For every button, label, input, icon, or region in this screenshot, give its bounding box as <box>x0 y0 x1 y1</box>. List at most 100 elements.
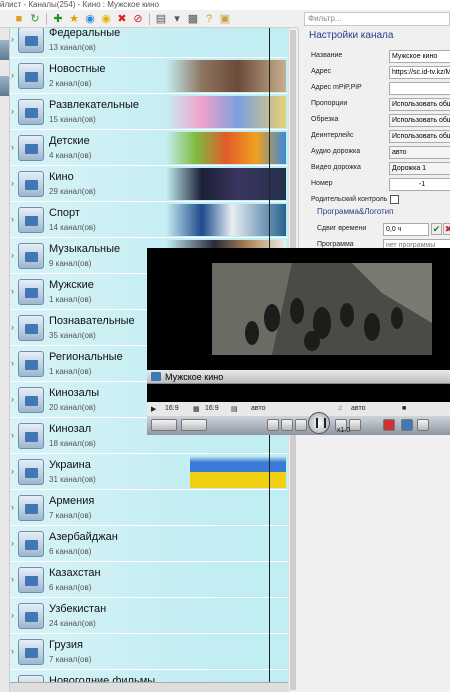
chevron-right-icon[interactable]: › <box>11 142 14 152</box>
filter-input[interactable]: Фильтр... <box>304 12 450 26</box>
group-row[interactable]: › Грузия 7 канал(ов) <box>10 634 288 670</box>
list-dropdown-icon[interactable]: ▾ <box>170 12 184 26</box>
audio-track-select[interactable]: авто <box>389 146 450 159</box>
play-small-icon[interactable]: ▶ <box>151 405 156 413</box>
record-button[interactable] <box>383 419 395 431</box>
group-row[interactable]: › Федеральные 13 канал(ов) <box>10 28 288 58</box>
chevron-right-icon[interactable]: › <box>11 214 14 224</box>
chevron-right-icon[interactable]: › <box>11 574 14 584</box>
group-row[interactable]: › Развлекательные 15 канал(ов) <box>10 94 288 130</box>
group-name: Кинозал <box>49 423 92 435</box>
star-icon[interactable]: ★ <box>67 12 81 26</box>
chevron-right-icon[interactable]: › <box>11 466 14 476</box>
deinterlace-icon[interactable]: ▤ <box>231 405 238 413</box>
settings-title: Настройки канала <box>309 30 394 41</box>
left-thumbnail[interactable] <box>0 76 9 96</box>
group-row[interactable]: › Армения 7 канал(ов) <box>10 490 288 526</box>
aspect-select-2[interactable]: 16:9 <box>205 405 219 412</box>
deinterlace-select[interactable]: Использовать общ <box>389 130 450 143</box>
left-panel-strip[interactable] <box>0 28 10 692</box>
tv-folder-icon <box>18 531 44 557</box>
clear-icon[interactable]: ✖ <box>443 223 450 235</box>
forward-button[interactable] <box>349 419 361 431</box>
chevron-right-icon[interactable]: › <box>11 646 14 656</box>
crop-icon[interactable]: ▦ <box>193 405 200 413</box>
stop-button[interactable] <box>295 419 307 431</box>
chevron-right-icon[interactable]: › <box>11 34 14 44</box>
check-icon[interactable]: ✔ <box>431 223 442 235</box>
chevron-right-icon[interactable]: › <box>11 322 14 332</box>
chevron-right-icon[interactable]: › <box>11 358 14 368</box>
mode-select[interactable]: авто <box>251 405 265 412</box>
tv-folder-icon <box>18 603 44 629</box>
video-player[interactable]: Мужское кино ▶ 16:9 ▦ 16:9 ▤ авто ♫ авто… <box>147 248 450 435</box>
aspect-select[interactable]: Использовать общ <box>389 98 450 111</box>
record-icon[interactable]: ◉ <box>83 12 97 26</box>
audio-select[interactable]: авто <box>351 405 365 412</box>
playlist-button[interactable] <box>151 419 177 431</box>
group-row[interactable]: › Спорт 14 канал(ов) <box>10 202 288 238</box>
chevron-right-icon[interactable]: › <box>11 538 14 548</box>
chevron-right-icon[interactable]: › <box>11 70 14 80</box>
pip-button[interactable] <box>401 419 413 431</box>
deinterlace-label: Деинтерлейс <box>311 132 354 139</box>
left-thumbnail[interactable] <box>0 40 9 60</box>
block-icon[interactable]: ⊘ <box>131 12 145 26</box>
name-field[interactable]: Мужское кино <box>389 50 450 63</box>
video-frame[interactable] <box>212 263 432 355</box>
ok-icon[interactable]: ◉ <box>99 12 113 26</box>
group-row[interactable]: › Азербайджан 6 канал(ов) <box>10 526 288 562</box>
chevron-right-icon[interactable]: › <box>11 430 14 440</box>
group-row[interactable]: › Узбекистан 24 канал(ов) <box>10 598 288 634</box>
program-label: Программа <box>317 241 354 248</box>
chevron-right-icon[interactable]: › <box>11 394 14 404</box>
group-count: 29 канал(ов) <box>49 187 96 196</box>
record-small-icon[interactable]: ■ <box>402 405 406 412</box>
group-row[interactable]: › Кино 29 канал(ов) <box>10 166 288 202</box>
program-logo-link[interactable]: Программа&Логотип <box>317 207 393 216</box>
group-count: 1 канал(ов) <box>49 367 92 376</box>
address-field[interactable]: https://sc.id-tv.kz/M <box>389 66 450 79</box>
rewind-button[interactable] <box>267 419 279 431</box>
group-row[interactable]: › Казахстан 6 канал(ов) <box>10 562 288 598</box>
pause-button[interactable] <box>308 412 330 434</box>
chevron-right-icon[interactable]: › <box>11 250 14 260</box>
group-name: Развлекательные <box>49 99 139 111</box>
group-banner-image <box>166 60 286 92</box>
help-icon[interactable]: ? <box>202 12 216 26</box>
chevron-right-icon[interactable]: › <box>11 106 14 116</box>
chevron-right-icon[interactable]: › <box>11 178 14 188</box>
video-track-select[interactable]: Дорожка 1 <box>389 162 450 175</box>
folder-open-icon[interactable]: ■ <box>12 12 26 26</box>
parental-control-checkbox[interactable] <box>390 195 399 204</box>
player-title: Мужское кино <box>165 372 224 382</box>
group-name: Украина <box>49 459 91 471</box>
list-icon[interactable]: ▤ <box>154 12 168 26</box>
prev-button[interactable] <box>281 419 293 431</box>
group-row[interactable]: › Украина 31 канал(ов) <box>10 454 288 490</box>
chevron-right-icon[interactable]: › <box>11 286 14 296</box>
view-mode-button[interactable] <box>181 419 207 431</box>
view-icon[interactable]: ▩ <box>186 12 200 26</box>
group-name: Музыкальные <box>49 243 121 255</box>
fullscreen-button[interactable] <box>417 419 429 431</box>
number-field[interactable]: -1 <box>389 178 450 191</box>
add-icon[interactable]: ✚ <box>51 12 65 26</box>
pip-address-field[interactable] <box>389 82 450 95</box>
lock-icon[interactable]: ▣ <box>218 12 232 26</box>
aspect-select-1[interactable]: 16:9 <box>165 405 179 412</box>
delete-icon[interactable]: ✖ <box>115 12 129 26</box>
audio-icon[interactable]: ♫ <box>337 405 342 412</box>
refresh-icon[interactable]: ↻ <box>28 12 42 26</box>
group-count: 24 канал(ов) <box>49 619 96 628</box>
chevron-right-icon[interactable]: › <box>11 502 14 512</box>
time-shift-field[interactable]: 0,0 ч <box>383 223 429 236</box>
player-title-bar[interactable]: Мужское кино <box>147 370 450 384</box>
chevron-right-icon[interactable]: › <box>11 610 14 620</box>
group-name: Познавательные <box>49 315 135 327</box>
bottom-tab-strip[interactable] <box>10 682 288 692</box>
group-row[interactable]: › Новостные 2 канал(ов) <box>10 58 288 94</box>
toolbar-separator <box>149 12 150 25</box>
crop-select[interactable]: Использовать общ <box>389 114 450 127</box>
group-row[interactable]: › Детские 4 канал(ов) <box>10 130 288 166</box>
